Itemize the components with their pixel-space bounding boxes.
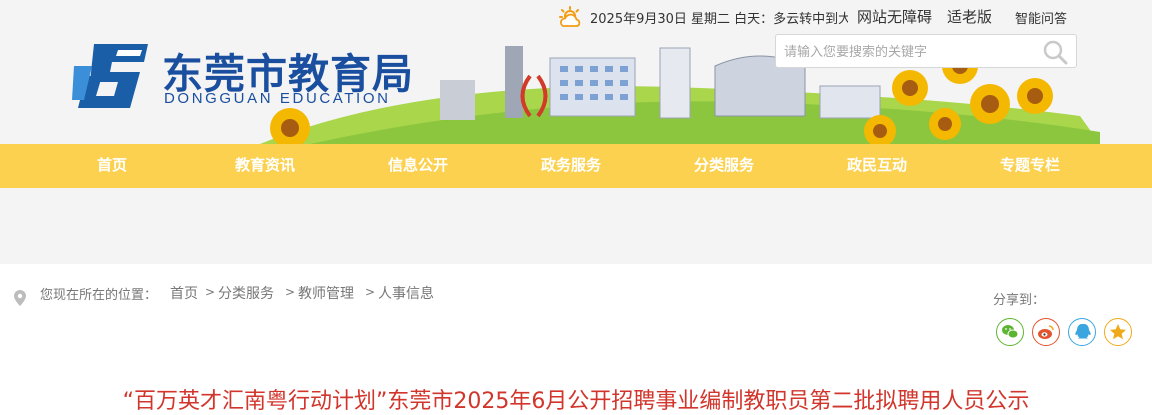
smart-qa-link[interactable]: 智能问答 — [1015, 8, 1067, 27]
banner-strip — [0, 188, 1152, 264]
share-qzone-button[interactable] — [1104, 318, 1132, 346]
nav-item-home[interactable]: 首页 — [62, 144, 162, 188]
search-icon[interactable] — [1042, 39, 1068, 65]
share-label: 分享到： — [993, 293, 1046, 308]
accessibility-link[interactable]: 网站无障碍 — [857, 6, 932, 27]
location-pin-icon — [14, 290, 26, 306]
weather-info: 2025年9月30日 星期二 白天：多云转中到大雨 — [590, 12, 848, 26]
breadcrumb-prefix: 您现在所在的位置： — [40, 288, 158, 303]
breadcrumb-personnel[interactable]: 人事信息 — [378, 283, 434, 303]
nav-item-disclosure[interactable]: 信息公开 — [368, 144, 468, 188]
breadcrumb-home[interactable]: 首页 — [170, 283, 198, 303]
share-wechat-button[interactable] — [996, 318, 1024, 346]
elder-mode-link[interactable]: 适老版 — [947, 6, 992, 27]
breadcrumb-separator: > — [365, 285, 376, 299]
weibo-icon — [1038, 325, 1054, 339]
share-qq-button[interactable] — [1068, 318, 1096, 346]
nav-item-topics[interactable]: 专题专栏 — [980, 144, 1080, 188]
breadcrumb-separator: > — [285, 285, 296, 299]
nav-item-categories[interactable]: 分类服务 — [674, 144, 774, 188]
search-input[interactable] — [784, 41, 1034, 63]
breadcrumb: 您现在所在的位置： 首页 > 分类服务 > 教师管理 > 人事信息 — [0, 282, 700, 306]
nav-item-services[interactable]: 政务服务 — [521, 144, 621, 188]
main-nav: 首页 教育资讯 信息公开 政务服务 分类服务 政民互动 专题专栏 — [0, 144, 1152, 188]
qzone-icon — [1110, 324, 1126, 340]
cloudy-sun-icon — [559, 6, 581, 27]
breadcrumb-categories[interactable]: 分类服务 — [218, 283, 274, 303]
nav-item-news[interactable]: 教育资讯 — [215, 144, 315, 188]
site-header: 2025年9月30日 星期二 白天：多云转中到大雨 网站无障碍 适老版 智能问答… — [0, 0, 1152, 144]
breadcrumb-teacher-mgmt[interactable]: 教师管理 — [298, 283, 354, 303]
nav-item-interaction[interactable]: 政民互动 — [827, 144, 927, 188]
logo-mark-icon[interactable] — [72, 42, 150, 108]
share-weibo-button[interactable] — [1032, 318, 1060, 346]
breadcrumb-separator: > — [205, 285, 216, 299]
article-title: “百万英才汇南粤行动计划”东莞市2025年6月公开招聘事业编制教职员第二批拟聘用… — [122, 389, 1030, 414]
wechat-icon — [1002, 325, 1019, 339]
top-bar: 2025年9月30日 星期二 白天：多云转中到大雨 网站无障碍 适老版 智能问答 — [0, 0, 1152, 30]
search-box — [775, 34, 1077, 68]
qq-icon — [1075, 324, 1091, 339]
